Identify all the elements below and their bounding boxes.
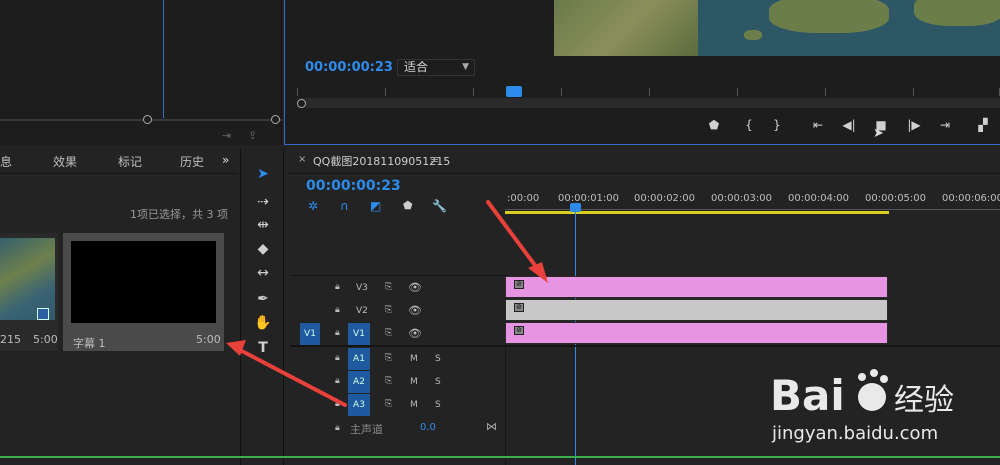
baidu-jingyan-watermark: Bai 经验 jingyan.baidu.com [770, 355, 990, 445]
svg-text:jingyan.baidu.com: jingyan.baidu.com [771, 423, 938, 444]
baidu-logo: Bai 经验 jingyan.baidu.com [770, 369, 954, 444]
svg-text:经验: 经验 [894, 383, 954, 418]
svg-text:Bai: Bai [770, 371, 845, 420]
bottom-status-bar [0, 456, 1000, 458]
